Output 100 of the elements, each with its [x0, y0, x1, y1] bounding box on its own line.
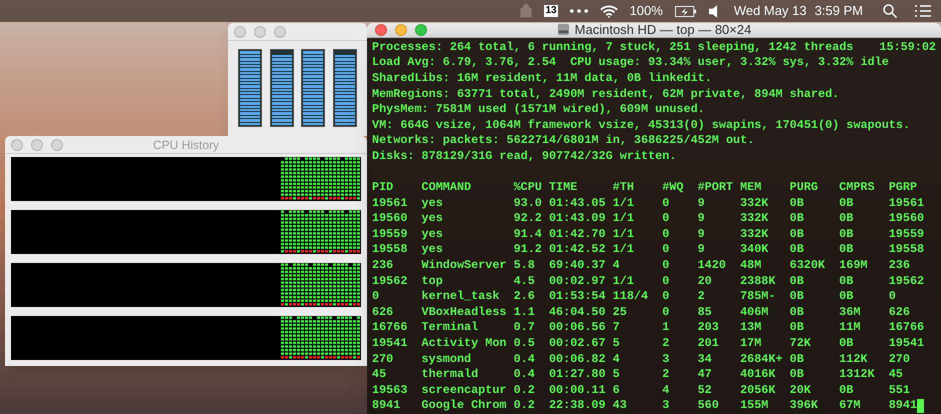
table-cell-text: 6	[612, 382, 621, 398]
shopping-bag-icon[interactable]	[520, 4, 532, 18]
table-cell-text: thermald	[422, 367, 480, 383]
table-cell-text: 0B	[790, 242, 805, 258]
table-cell-text: 626	[372, 304, 394, 320]
table-cell-text: 785M-	[740, 289, 776, 305]
zoom-button[interactable]	[274, 26, 286, 38]
list-icon[interactable]	[915, 5, 931, 17]
table-cell-text: 406M	[740, 304, 770, 320]
table-cell-text: 0.7	[514, 320, 536, 336]
table-cell-text: 9	[698, 196, 706, 212]
table-cell-text: yes	[422, 211, 444, 227]
table-cell-text: 4.5	[514, 274, 536, 290]
minimize-button[interactable]	[395, 24, 407, 36]
zoom-button[interactable]	[415, 24, 427, 36]
table-cell-text: 1/1	[612, 242, 635, 258]
search-icon[interactable]	[883, 4, 897, 18]
table-cell-text: 19541	[888, 336, 926, 352]
table-cell-text: Google Chrom	[422, 398, 508, 414]
table-cell-text: 19541	[372, 336, 408, 352]
summary-line: MemRegions: 63771 total, 2490M resident, 62M private, 894M shared.	[372, 86, 840, 102]
table-cell-text: Terminal	[422, 320, 480, 336]
table-cell-text: 16766	[888, 320, 926, 336]
table-cell-text: 1/1	[612, 211, 635, 227]
table-cell-text: 236	[372, 258, 394, 274]
battery-charging-icon[interactable]	[674, 6, 697, 16]
table-cell-text: 19562	[372, 274, 408, 290]
table-cell-text: 19558	[888, 242, 926, 258]
table-cell-text: 2	[698, 289, 706, 305]
close-button[interactable]	[234, 26, 246, 38]
table-cell-text: 0	[662, 304, 670, 320]
table-cell-text: 0B	[839, 274, 854, 290]
table-cell-text: 396K	[790, 398, 819, 414]
minimize-button[interactable]	[254, 26, 266, 38]
table-cell-text: 112K	[839, 352, 868, 368]
summary-line: PhysMem: 7581M used (1571M wired), 609M unused.	[372, 102, 705, 118]
window-title: CPU History	[152, 136, 220, 154]
table-cell-text: yes	[422, 226, 444, 242]
table-cell-text: 332K	[740, 196, 770, 212]
summary-line: Processes: 264 total, 6 running, 7 stuck, 251 sleeping, 1242 threads	[372, 40, 854, 56]
table-cell-text: 0B	[790, 274, 805, 290]
calendar-icon[interactable]: 13	[544, 5, 558, 17]
table-cell-text: 93.0	[514, 196, 543, 212]
table-cell-text: kernel_task	[422, 289, 500, 305]
table-cell-text: 16766	[372, 320, 408, 336]
table-cell-text: 0B	[790, 289, 805, 305]
table-cell-text: 34	[698, 352, 713, 368]
wifi-icon[interactable]	[600, 4, 618, 18]
table-cell-text: 0	[662, 289, 670, 305]
table-cell-text: 0	[888, 289, 897, 305]
text-cursor	[917, 399, 924, 414]
close-button[interactable]	[11, 138, 23, 150]
table-cell-text: TIME	[548, 180, 578, 196]
table-cell-text: 20	[698, 274, 713, 290]
clock-time: 15:59:02	[879, 40, 936, 56]
table-cell-text: 0	[662, 242, 670, 258]
table-cell-text: 270	[888, 352, 911, 368]
table-cell-text: 0B	[839, 336, 854, 352]
table-cell-text: 0	[662, 226, 670, 242]
table-cell-text: 19559	[888, 226, 926, 242]
more-dots-icon[interactable]	[570, 9, 588, 13]
table-cell-text: 43	[612, 398, 628, 414]
table-cell-text: CMPRS	[839, 180, 876, 196]
table-cell-text: 8941	[372, 398, 402, 414]
table-cell-text: yes	[422, 196, 444, 212]
table-cell-text: 270	[372, 352, 394, 368]
close-button[interactable]	[375, 24, 387, 36]
summary-line: Load Avg: 6.79, 3.76, 2.54 CPU usage: 93.34% user, 3.32% sys, 3.32% idle	[372, 55, 889, 71]
summary-line: Disks: 878129/31G read, 907742/32G written.	[372, 148, 676, 164]
table-cell-text: screencaptur	[422, 382, 508, 398]
table-cell-text: 2	[662, 367, 670, 383]
menu-time[interactable]: 3:59 PM	[814, 1, 863, 21]
table-cell-text: 1312K	[839, 367, 876, 383]
table-cell-text: 11M	[839, 320, 862, 336]
table-cell-text: 2	[662, 336, 670, 352]
hard-drive-icon	[556, 23, 570, 36]
table-cell-text: 203	[698, 320, 720, 336]
table-cell-text: 236	[888, 258, 911, 274]
table-cell-text: 551	[888, 382, 911, 398]
table-cell-text: 0	[372, 289, 380, 305]
minimize-button[interactable]	[31, 138, 43, 150]
table-cell-text: 1/1	[612, 226, 635, 242]
table-cell-text: 00:06.82	[548, 352, 607, 368]
menu-date[interactable]: Wed May 13	[734, 1, 807, 21]
table-cell-text: 00:02.97	[548, 274, 607, 290]
table-cell-text: 332K	[740, 226, 770, 242]
table-cell-text: #PORT	[698, 180, 734, 196]
table-cell-text: 19561	[888, 196, 926, 212]
table-cell-text: 0	[662, 258, 670, 274]
table-cell-text: #WQ	[662, 180, 684, 196]
table-cell-text: PURG	[790, 180, 819, 196]
table-cell-text: 0B	[790, 226, 805, 242]
table-cell-text: #TH	[612, 180, 635, 196]
table-cell-text: 69:40.37	[548, 258, 607, 274]
table-cell-text: 2.6	[514, 289, 536, 305]
speaker-icon[interactable]	[708, 4, 718, 18]
table-cell-text: 19560	[372, 211, 408, 227]
table-cell-text: 4	[612, 352, 621, 368]
table-cell-text: sysmond	[422, 352, 472, 368]
zoom-button[interactable]	[51, 138, 63, 150]
